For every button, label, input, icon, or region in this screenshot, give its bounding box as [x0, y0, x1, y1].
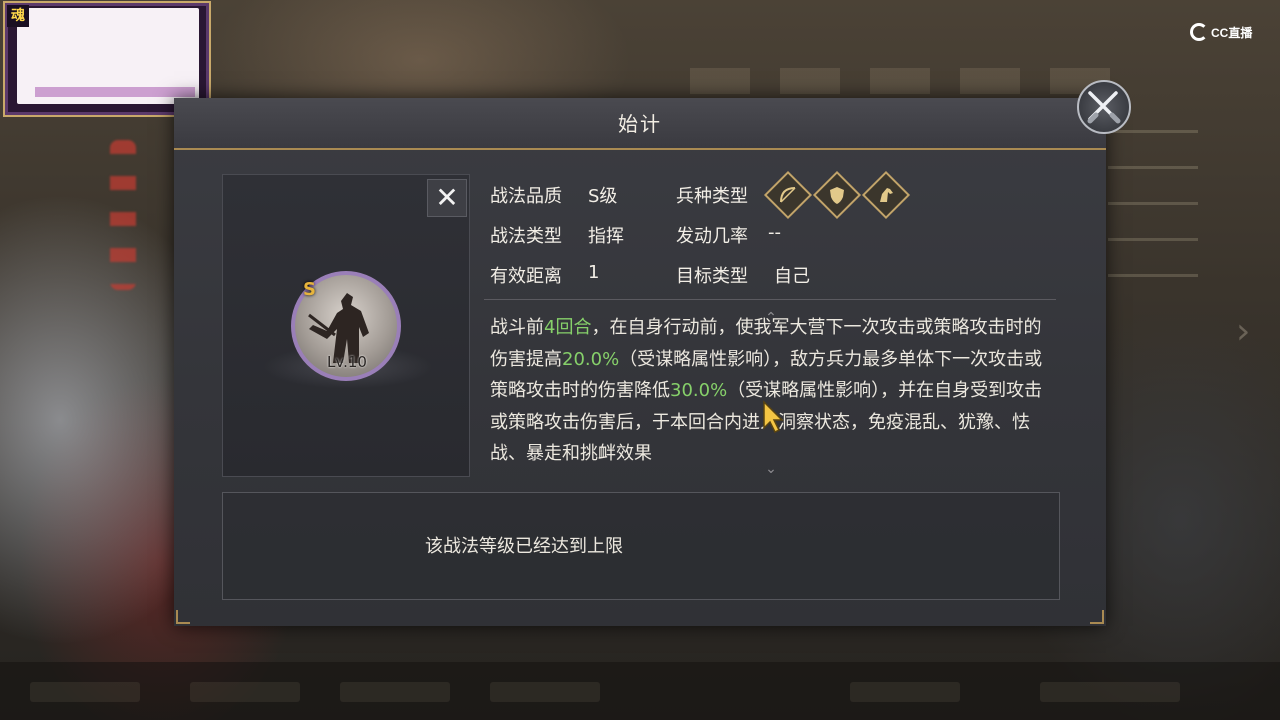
cc-logo-icon [1190, 23, 1208, 41]
target-type-label: 目标类型 [676, 266, 748, 287]
description-highlight: 30.0% [670, 380, 728, 401]
background-bottom-item [850, 682, 960, 702]
crossed-swords-icon[interactable] [1077, 80, 1131, 134]
grade-badge: S [303, 279, 316, 300]
troop-type-label: 兵种类型 [676, 186, 748, 207]
type-value: 指挥 [588, 226, 624, 247]
corner-ornament [1090, 610, 1104, 624]
background-stat-panel [1108, 130, 1198, 310]
background-tabs [690, 68, 1110, 94]
skill-icon-panel: ✕ S Lv.10 [222, 174, 470, 477]
trigger-rate-label: 发动几率 [676, 226, 748, 247]
range-value: 1 [588, 262, 600, 283]
description-highlight: 4回合 [544, 317, 592, 338]
quality-value: S级 [588, 186, 618, 207]
skill-description[interactable]: 战斗前4回合，在自身行动前，使我军大营下一次攻击或策略攻击时的伤害提高20.0%… [490, 312, 1050, 478]
background-bottom-item [1040, 682, 1180, 702]
cavalry-icon[interactable] [861, 170, 911, 220]
broadcaster-logo: CC直播 [1190, 22, 1252, 42]
background-next-arrow-icon: › [1236, 311, 1251, 352]
background-bottom-item [30, 682, 140, 702]
mouse-cursor-icon [763, 400, 784, 434]
scroll-down-icon[interactable]: ⌄ [760, 462, 782, 476]
avatar-stripe [35, 87, 195, 97]
range-label: 有效距离 [490, 266, 562, 287]
status-box: 该战法等级已经达到上限 [222, 492, 1060, 600]
skill-detail-dialog: 始计 ✕ S Lv.10 战法品质 S级 战法类型 指挥 有效距离 1 兵种类型… [174, 98, 1106, 626]
scroll-up-icon[interactable]: ⌃ [760, 311, 782, 325]
dialog-title: 始计 [618, 112, 662, 136]
description-highlight: 20.0% [562, 348, 620, 370]
quality-label: 战法品质 [490, 186, 562, 207]
trigger-rate-value: -- [768, 222, 781, 243]
skill-level: Lv.10 [327, 353, 367, 371]
divider [484, 299, 1056, 300]
type-label: 战法类型 [490, 226, 562, 247]
target-type-value: 自己 [774, 266, 810, 287]
avatar-tag: 魂 [7, 5, 29, 27]
background-bottom-item [490, 682, 600, 702]
bow-icon[interactable] [763, 170, 813, 220]
broadcaster-name: CC直播 [1211, 25, 1253, 40]
description-text: 战斗前 [490, 317, 544, 338]
background-bottom-item [190, 682, 300, 702]
status-message: 该战法等级已经达到上限 [425, 536, 623, 557]
unequip-button[interactable]: ✕ [427, 179, 467, 217]
background-lanterns [110, 140, 136, 290]
shield-icon[interactable] [812, 170, 862, 220]
background-bottom-item [340, 682, 450, 702]
corner-ornament [176, 610, 190, 624]
